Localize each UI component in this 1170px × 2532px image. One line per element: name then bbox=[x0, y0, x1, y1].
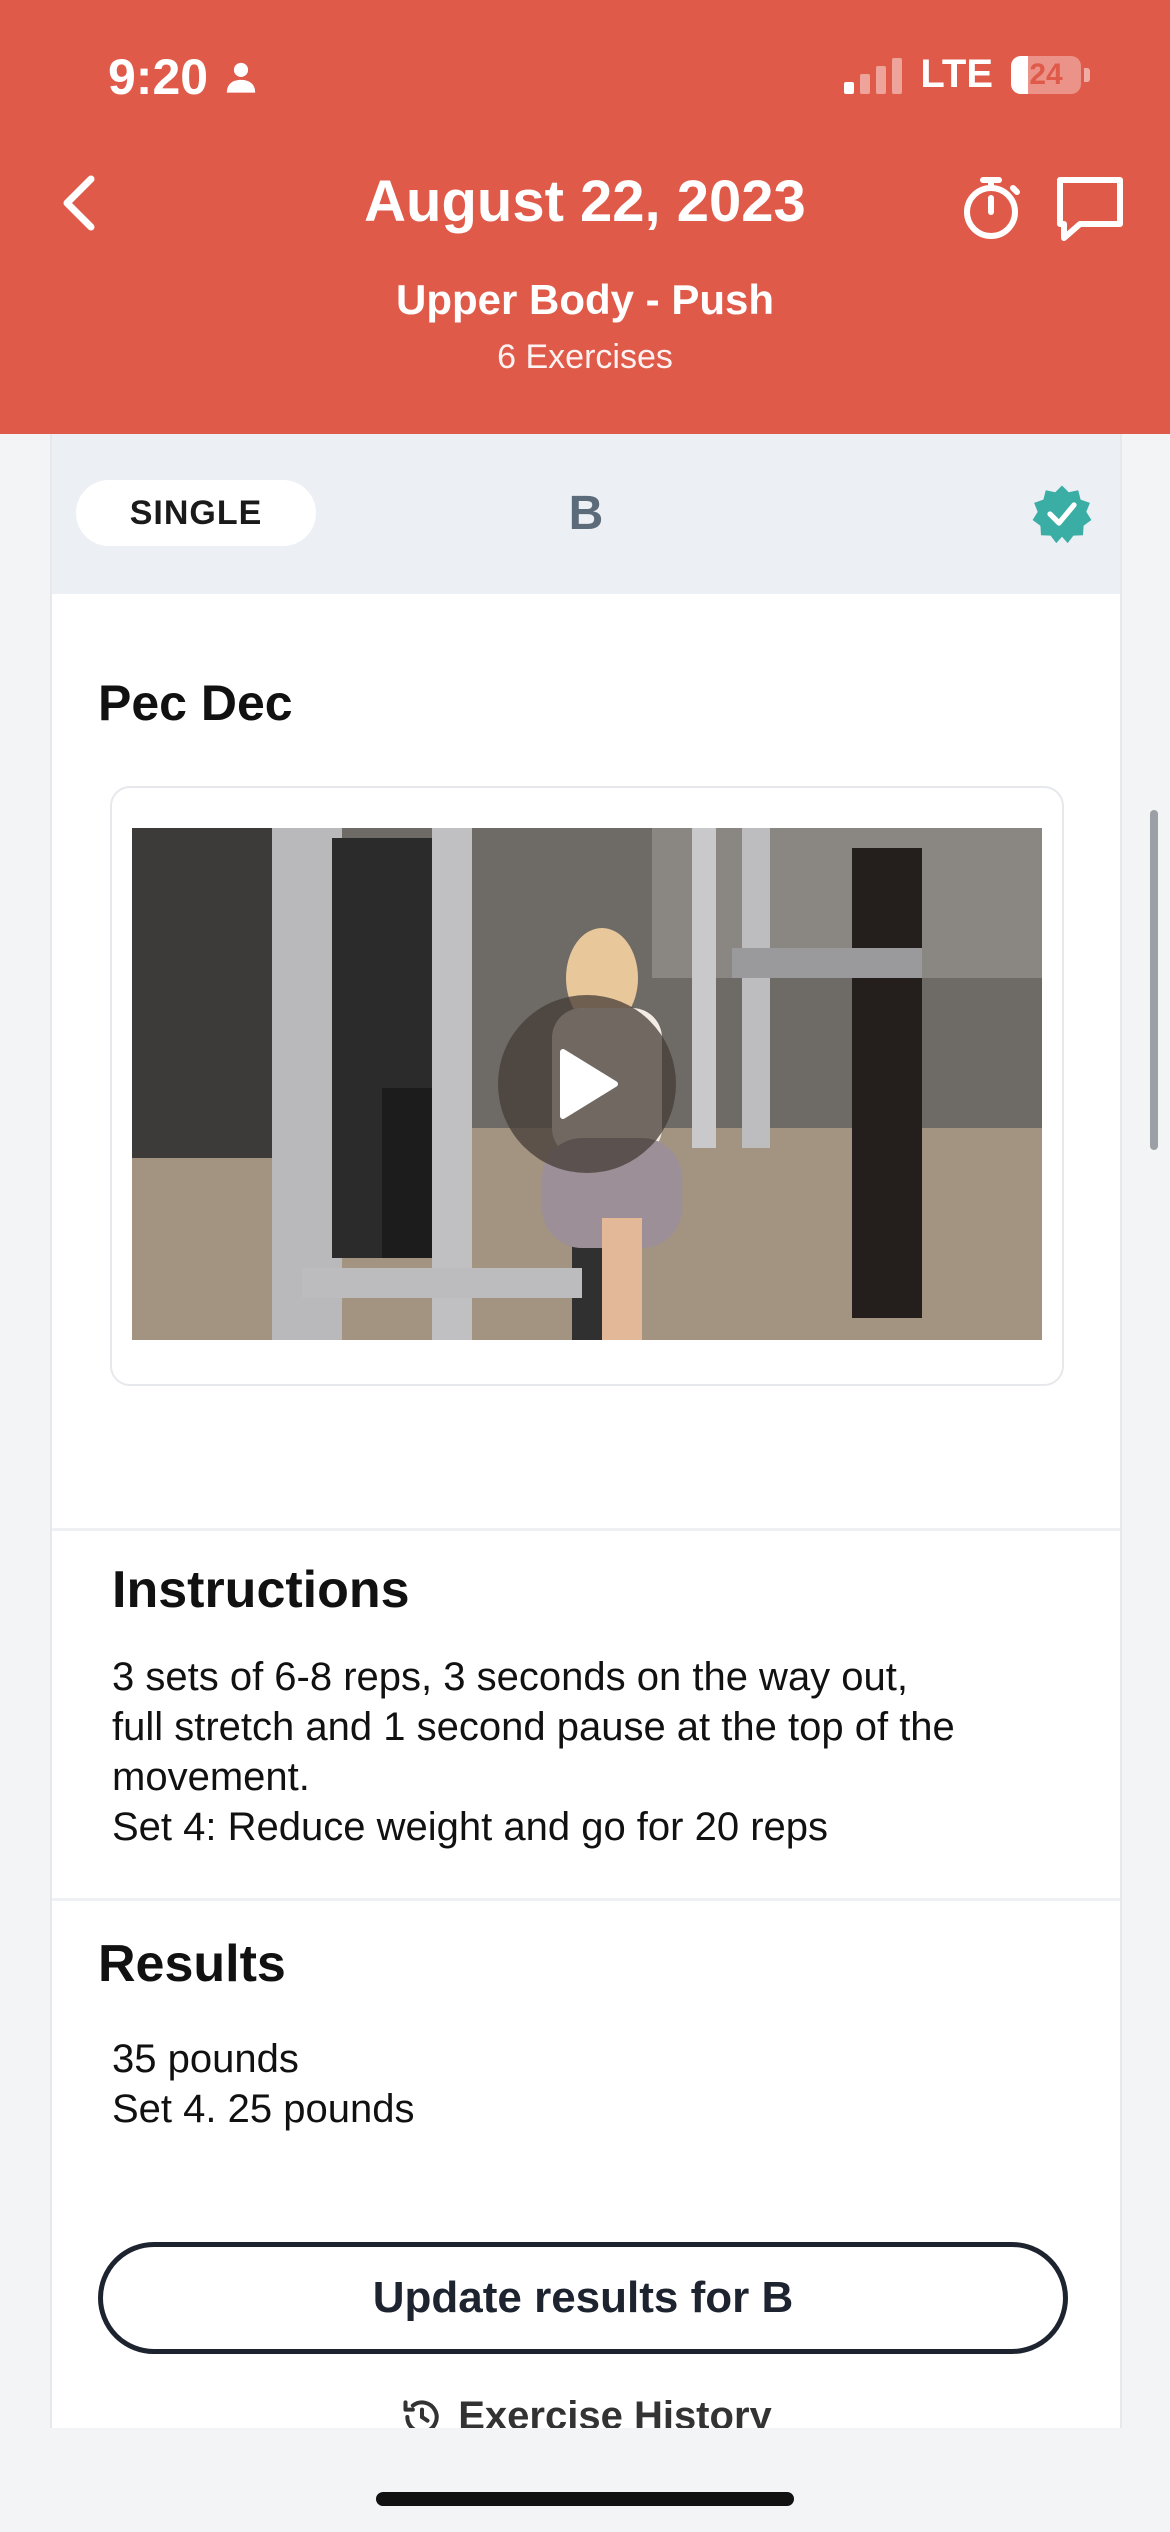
timer-button[interactable] bbox=[955, 172, 1027, 244]
block-header: SINGLE B bbox=[52, 434, 1120, 594]
home-indicator[interactable] bbox=[376, 2492, 794, 2506]
exercise-video[interactable] bbox=[132, 828, 1042, 1340]
history-label: Exercise History bbox=[458, 2394, 772, 2428]
history-icon bbox=[403, 2399, 439, 2428]
person-icon bbox=[226, 62, 256, 93]
chat-button[interactable] bbox=[1052, 172, 1128, 244]
results-text: 35 pounds Set 4. 25 pounds bbox=[112, 2037, 415, 2131]
block-letter: B bbox=[568, 487, 604, 540]
bottom-area bbox=[0, 2428, 1170, 2532]
check-badge-icon bbox=[1032, 485, 1092, 544]
status-time: 9:20 bbox=[108, 48, 258, 106]
chat-icon bbox=[1057, 177, 1123, 241]
exercise-count: 6 Exercises bbox=[497, 338, 673, 376]
instructions-heading: Instructions bbox=[112, 1561, 410, 1619]
play-icon bbox=[560, 1049, 618, 1119]
status-indicators: LTE 24 bbox=[844, 52, 1090, 97]
app-header: 9:20 LTE 24 August 22, 2023 Upper Body -… bbox=[0, 0, 1170, 434]
instructions-text: 3 sets of 6-8 reps, 3 seconds on the way… bbox=[112, 1655, 955, 1849]
results-heading: Results bbox=[98, 1935, 286, 1993]
exercise-history-link[interactable]: Exercise History bbox=[52, 2394, 1120, 2428]
network-label: LTE bbox=[920, 52, 993, 96]
stopwatch-icon bbox=[964, 177, 1020, 239]
signal-icon bbox=[844, 56, 903, 94]
scrollbar[interactable] bbox=[1150, 810, 1158, 1150]
exercise-card: SINGLE B Pec Dec Instructions 3 sets of … bbox=[50, 434, 1122, 2428]
exercise-name: Pec Dec bbox=[98, 675, 293, 731]
update-results-button[interactable]: Update results for B bbox=[98, 2242, 1068, 2354]
battery-fill bbox=[1011, 55, 1028, 94]
play-button[interactable] bbox=[498, 995, 676, 1173]
battery-level: 24 bbox=[1029, 57, 1063, 91]
divider bbox=[52, 1898, 1120, 1901]
status-time-text: 9:20 bbox=[108, 49, 209, 105]
divider bbox=[52, 1528, 1120, 1531]
workout-name: Upper Body - Push bbox=[395, 276, 775, 323]
video-container bbox=[110, 786, 1064, 1386]
battery-icon: 24 bbox=[1011, 55, 1090, 94]
